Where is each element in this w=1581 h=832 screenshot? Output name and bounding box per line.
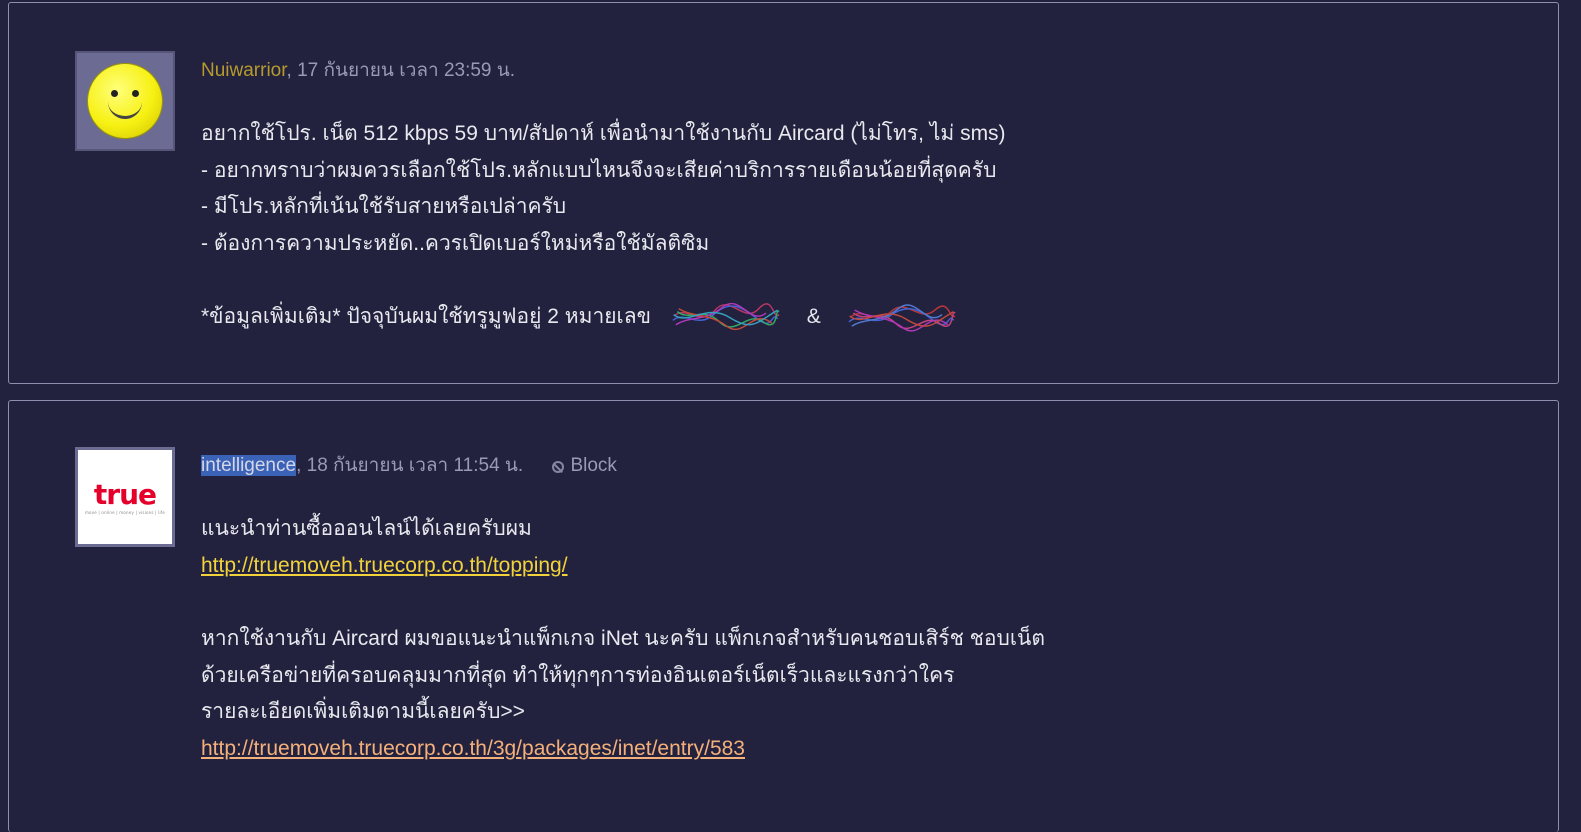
redacted-phone-number-2 [848,304,956,332]
post-body: แนะนำท่านซื้อออนไลน์ได้เลยครับผม http://… [201,511,1045,768]
extra-info-line: *ข้อมูลเพิ่มเติม* ปัจจุบันผมใช้ทรูมูฟอยู… [201,299,1006,336]
post-body: อยากใช้โปร. เน็ต 512 kbps 59 บาท/สัปดาห์… [201,116,1006,336]
topping-link[interactable]: http://truemoveh.truecorp.co.th/topping/ [201,554,568,577]
post-line: หากใช้งานกับ Aircard ผมขอแนะนำแพ็กเกจ iN… [201,627,1046,651]
username-link[interactable]: intelligence [201,455,297,476]
block-button[interactable]: Block [552,455,617,476]
post-line: - มีโปร.หลักที่เน้นใช้รับสายหรือเปล่าครั… [201,195,567,219]
post-line: อยากใช้โปร. เน็ต 512 kbps 59 บาท/สัปดาห์… [201,122,1006,145]
inet-package-link[interactable]: http://truemoveh.truecorp.co.th/3g/packa… [201,737,745,760]
post-line: - ต้องการความประหยัด..ควรเปิดเบอร์ใหม่หร… [201,232,710,256]
block-icon [552,461,565,473]
user-avatar[interactable] [75,51,175,151]
post-line: ด้วยเครือข่ายที่ครอบคลุมมากที่สุด ทำให้ท… [201,663,955,687]
username-link[interactable]: Nuiwarrior [201,60,287,81]
post-intelligence: true move | online | money | visions | l… [8,400,1559,832]
logo-tagline: move | online | money | visions | life [84,509,166,515]
extra-info-text: *ข้อมูลเพิ่มเติม* ปัจจุบันผมใช้ทรูมูฟอยู… [201,305,651,329]
post-meta: intelligence, 18 กันยายน เวลา 11:54 น. B… [201,450,617,480]
post-nuiwarrior: Nuiwarrior, 17 กันยายน เวลา 23:59 น. อยา… [8,2,1559,384]
post-meta: Nuiwarrior, 17 กันยายน เวลา 23:59 น. [201,55,515,85]
block-label: Block [570,455,617,476]
true-logo-icon: true move | online | money | visions | l… [84,477,166,515]
redacted-phone-number-1 [672,303,780,331]
smiley-face-icon [88,64,162,138]
separator-ampersand: & [806,305,821,329]
post-timestamp: , 18 กันยายน เวลา 11:54 น. [296,455,524,476]
post-timestamp: , 17 กันยายน เวลา 23:59 น. [286,60,516,81]
user-avatar[interactable]: true move | online | money | visions | l… [75,447,175,547]
logo-wordmark: true [93,477,157,511]
post-line: รายละเอียดเพิ่มเติมตามนี้เลยครับ>> [201,700,525,724]
post-line: แนะนำท่านซื้อออนไลน์ได้เลยครับผม [201,517,532,540]
post-line: - อยากทราบว่าผมควรเลือกใช้โปร.หลักแบบไหน… [201,158,997,182]
